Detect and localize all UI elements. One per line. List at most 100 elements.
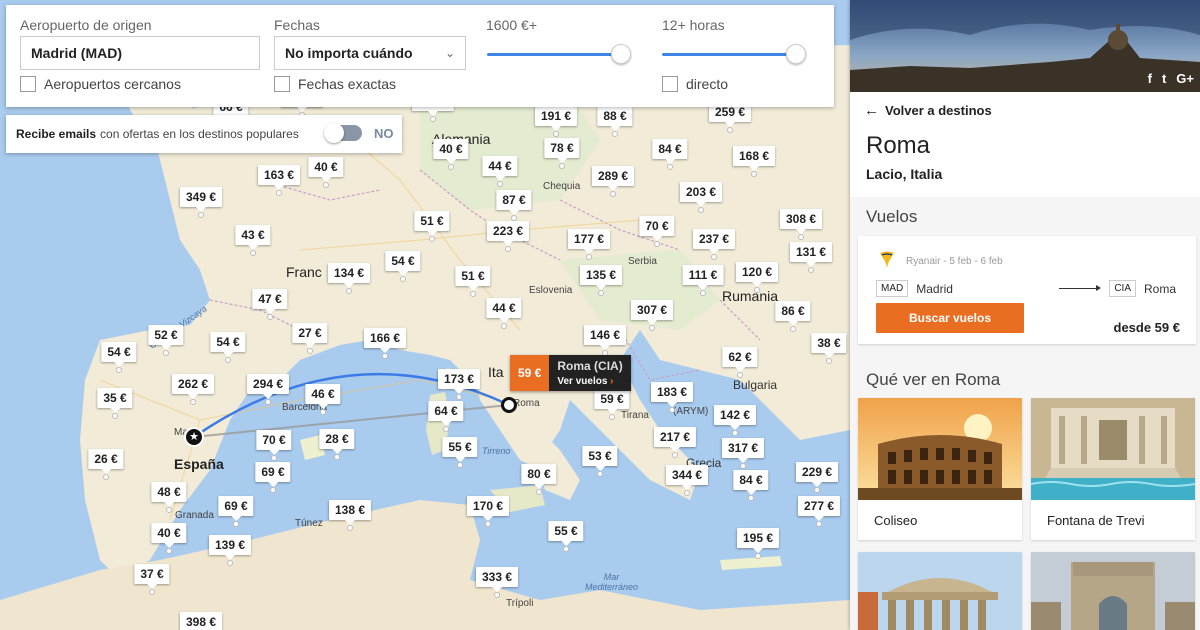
city-dot[interactable] [457, 462, 463, 468]
price-pin[interactable]: 138 € [328, 500, 372, 525]
origin-input[interactable]: Madrid (MAD) [20, 36, 260, 70]
price-pin-label[interactable]: 84 € [733, 470, 769, 495]
city-dot[interactable] [323, 182, 329, 188]
price-pin[interactable]: 44 € [486, 298, 522, 323]
price-pin[interactable]: 62 € [722, 347, 758, 372]
price-pin-label[interactable]: 307 € [630, 300, 674, 325]
price-pin-label[interactable]: 55 € [548, 521, 584, 546]
city-dot[interactable] [563, 546, 569, 552]
price-pin[interactable]: 70 € [256, 430, 292, 455]
price-pin-label[interactable]: 70 € [256, 430, 292, 455]
price-pin[interactable]: 43 € [235, 225, 271, 250]
price-pin-label[interactable]: 38 € [811, 333, 847, 358]
price-pin[interactable]: 40 € [308, 157, 344, 182]
price-pin[interactable]: 135 € [579, 265, 623, 290]
price-pin-label[interactable]: 64 € [428, 401, 464, 426]
city-dot[interactable] [346, 288, 352, 294]
price-pin-label[interactable]: 237 € [692, 229, 736, 254]
city-dot[interactable] [347, 525, 353, 531]
city-dot[interactable] [485, 521, 491, 527]
city-dot[interactable] [271, 455, 277, 461]
price-pin-label[interactable]: 28 € [319, 429, 355, 454]
price-pin[interactable]: 69 € [218, 496, 254, 521]
exact-dates-checkbox[interactable]: Fechas exactas [274, 76, 396, 92]
city-dot[interactable] [808, 267, 814, 273]
price-pin[interactable]: 307 € [630, 300, 674, 325]
price-pin[interactable]: 26 € [88, 449, 124, 474]
price-pin-label[interactable]: 87 € [496, 190, 532, 215]
price-pin-label[interactable]: 308 € [779, 209, 823, 234]
city-dot[interactable] [149, 589, 155, 595]
price-pin-label[interactable]: 86 € [775, 301, 811, 326]
city-dot[interactable] [790, 326, 796, 332]
city-dot[interactable] [307, 348, 313, 354]
price-pin-label[interactable]: 398 € [179, 612, 223, 630]
direct-checkbox[interactable]: directo [662, 76, 728, 92]
price-pin[interactable]: 46 € [305, 384, 341, 409]
origin-star-icon[interactable]: ★ [184, 427, 204, 447]
city-dot[interactable] [429, 236, 435, 242]
price-pin[interactable]: 35 € [97, 388, 133, 413]
price-pin[interactable]: 64 € [428, 401, 464, 426]
back-to-destinations-link[interactable]: ← Volver a destinos [864, 102, 992, 119]
city-dot[interactable] [267, 314, 273, 320]
price-pin-label[interactable]: 69 € [255, 462, 291, 487]
price-pin-label[interactable]: 289 € [591, 166, 635, 191]
price-pin[interactable]: 111 € [682, 265, 724, 290]
poi-card-panteon[interactable] [858, 552, 1022, 630]
price-pin-label[interactable]: 229 € [795, 462, 839, 487]
city-dot[interactable] [163, 350, 169, 356]
city-dot[interactable] [748, 495, 754, 501]
price-pin[interactable]: 229 € [795, 462, 839, 487]
city-dot[interactable] [700, 290, 706, 296]
price-pin[interactable]: 168 € [732, 146, 776, 171]
checkbox-icon[interactable] [20, 76, 36, 92]
price-pin[interactable]: 51 € [414, 211, 450, 236]
price-pin-label[interactable]: 173 € [437, 369, 481, 394]
city-dot[interactable] [166, 507, 172, 513]
price-pin[interactable]: 80 € [521, 464, 557, 489]
price-pin-label[interactable]: 183 € [650, 382, 694, 407]
city-dot[interactable] [233, 521, 239, 527]
price-pin[interactable]: 40 € [433, 139, 469, 164]
city-dot[interactable] [654, 241, 660, 247]
price-pin-label[interactable]: 146 € [583, 325, 627, 350]
price-pin-label[interactable]: 131 € [789, 242, 833, 267]
city-dot[interactable] [112, 413, 118, 419]
poi-card-fontana-trevi[interactable]: Fontana de Trevi [1031, 398, 1195, 540]
price-pin[interactable]: 70 € [639, 216, 675, 241]
price-slider-track[interactable] [487, 53, 623, 56]
dates-select[interactable]: No importa cuándo ⌄ [274, 36, 466, 70]
price-pin-label[interactable]: 277 € [797, 496, 841, 521]
price-pin-label[interactable]: 134 € [327, 263, 371, 288]
price-pin[interactable]: 134 € [327, 263, 371, 288]
city-dot[interactable] [649, 325, 655, 331]
destination-marker[interactable] [501, 397, 517, 413]
city-dot[interactable] [711, 254, 717, 260]
price-pin[interactable]: 47 € [252, 289, 288, 314]
price-pin-label[interactable]: 223 € [486, 221, 530, 246]
price-pin-label[interactable]: 203 € [679, 182, 723, 207]
search-flights-button[interactable]: Buscar vuelos [876, 303, 1024, 333]
price-pin[interactable]: 237 € [692, 229, 736, 254]
price-pin[interactable]: 27 € [292, 323, 328, 348]
city-dot[interactable] [166, 548, 172, 554]
city-dot[interactable] [430, 116, 436, 122]
price-pin-label[interactable]: 80 € [521, 464, 557, 489]
city-dot[interactable] [536, 489, 542, 495]
price-pin-label[interactable]: 135 € [579, 265, 623, 290]
city-dot[interactable] [448, 164, 454, 170]
city-dot[interactable] [597, 471, 603, 477]
price-pin-label[interactable]: 47 € [252, 289, 288, 314]
price-pin[interactable]: 69 € [255, 462, 291, 487]
price-pin[interactable]: 78 € [544, 138, 580, 163]
price-pin[interactable]: 217 € [653, 427, 697, 452]
price-pin[interactable]: 139 € [208, 535, 252, 560]
city-dot[interactable] [382, 353, 388, 359]
city-dot[interactable] [494, 592, 500, 598]
city-dot[interactable] [798, 234, 804, 240]
price-pin[interactable]: 48 € [151, 482, 187, 507]
price-pin-label[interactable]: 262 € [171, 374, 215, 399]
price-pin[interactable]: 191 € [534, 106, 578, 131]
price-pin[interactable]: 84 € [652, 139, 688, 164]
